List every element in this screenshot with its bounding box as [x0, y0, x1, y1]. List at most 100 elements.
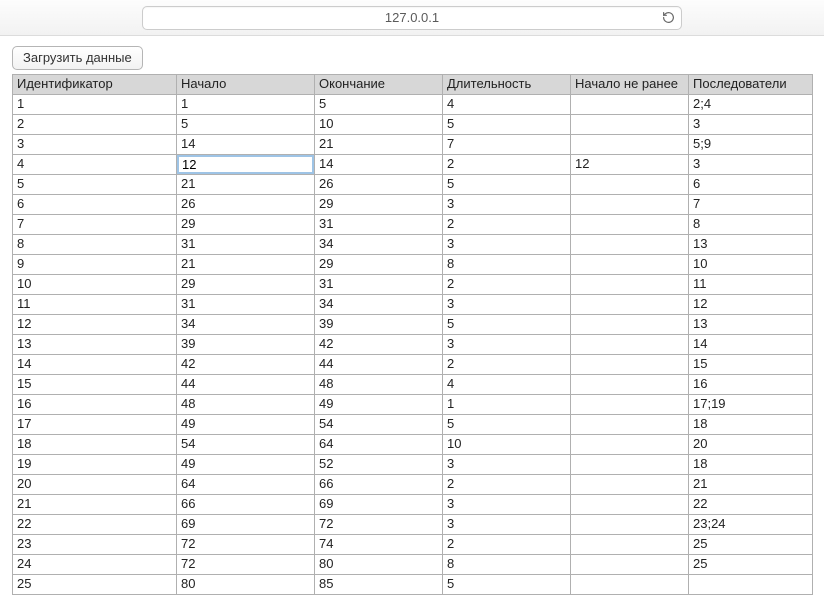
cell-duration[interactable]: 8 — [443, 555, 571, 575]
reload-icon[interactable] — [661, 11, 675, 25]
cell-successors[interactable]: 20 — [689, 435, 813, 455]
cell-successors[interactable]: 23;24 — [689, 515, 813, 535]
cell-id[interactable]: 20 — [13, 475, 177, 495]
cell-duration[interactable]: 3 — [443, 515, 571, 535]
cell-end[interactable]: 21 — [315, 135, 443, 155]
cell-successors[interactable]: 12 — [689, 295, 813, 315]
cell-not_before[interactable] — [571, 275, 689, 295]
cell-not_before[interactable] — [571, 455, 689, 475]
cell-successors[interactable]: 11 — [689, 275, 813, 295]
cell-successors[interactable]: 25 — [689, 555, 813, 575]
cell-duration[interactable]: 1 — [443, 395, 571, 415]
cell-not_before[interactable] — [571, 575, 689, 595]
cell-not_before[interactable] — [571, 315, 689, 335]
cell-duration[interactable]: 3 — [443, 335, 571, 355]
cell-id[interactable]: 12 — [13, 315, 177, 335]
cell-editor[interactable] — [177, 155, 314, 174]
cell-end[interactable]: 80 — [315, 555, 443, 575]
cell-duration[interactable]: 3 — [443, 195, 571, 215]
cell-end[interactable]: 44 — [315, 355, 443, 375]
cell-duration[interactable]: 3 — [443, 235, 571, 255]
cell-id[interactable]: 24 — [13, 555, 177, 575]
cell-start[interactable]: 5 — [177, 115, 315, 135]
cell-duration[interactable]: 3 — [443, 295, 571, 315]
cell-start[interactable]: 69 — [177, 515, 315, 535]
cell-not_before[interactable] — [571, 435, 689, 455]
cell-duration[interactable]: 8 — [443, 255, 571, 275]
cell-not_before[interactable] — [571, 135, 689, 155]
cell-start[interactable]: 1 — [177, 95, 315, 115]
cell-start[interactable]: 29 — [177, 275, 315, 295]
cell-successors[interactable]: 6 — [689, 175, 813, 195]
cell-start[interactable]: 31 — [177, 235, 315, 255]
cell-successors[interactable]: 22 — [689, 495, 813, 515]
cell-successors[interactable]: 21 — [689, 475, 813, 495]
cell-duration[interactable]: 2 — [443, 535, 571, 555]
cell-id[interactable]: 13 — [13, 335, 177, 355]
cell-end[interactable]: 34 — [315, 235, 443, 255]
cell-not_before[interactable] — [571, 515, 689, 535]
cell-start[interactable]: 21 — [177, 255, 315, 275]
cell-not_before[interactable] — [571, 475, 689, 495]
cell-end[interactable]: 48 — [315, 375, 443, 395]
cell-duration[interactable]: 2 — [443, 155, 571, 175]
cell-id[interactable]: 1 — [13, 95, 177, 115]
cell-duration[interactable]: 3 — [443, 455, 571, 475]
cell-start[interactable]: 72 — [177, 535, 315, 555]
cell-duration[interactable]: 5 — [443, 575, 571, 595]
cell-successors[interactable]: 14 — [689, 335, 813, 355]
cell-start[interactable]: 66 — [177, 495, 315, 515]
cell-start[interactable]: 39 — [177, 335, 315, 355]
cell-end[interactable]: 49 — [315, 395, 443, 415]
cell-id[interactable]: 22 — [13, 515, 177, 535]
cell-id[interactable]: 10 — [13, 275, 177, 295]
cell-start[interactable]: 34 — [177, 315, 315, 335]
cell-id[interactable]: 19 — [13, 455, 177, 475]
cell-successors[interactable]: 13 — [689, 235, 813, 255]
cell-not_before[interactable] — [571, 395, 689, 415]
cell-duration[interactable]: 2 — [443, 215, 571, 235]
cell-start[interactable]: 21 — [177, 175, 315, 195]
cell-successors[interactable]: 16 — [689, 375, 813, 395]
cell-start[interactable]: 48 — [177, 395, 315, 415]
cell-id[interactable]: 11 — [13, 295, 177, 315]
cell-start[interactable]: 26 — [177, 195, 315, 215]
cell-id[interactable]: 4 — [13, 155, 177, 175]
cell-start[interactable]: 49 — [177, 455, 315, 475]
cell-end[interactable]: 26 — [315, 175, 443, 195]
cell-not_before[interactable] — [571, 535, 689, 555]
cell-successors[interactable] — [689, 575, 813, 595]
cell-successors[interactable]: 8 — [689, 215, 813, 235]
cell-successors[interactable]: 3 — [689, 115, 813, 135]
cell-id[interactable]: 8 — [13, 235, 177, 255]
cell-id[interactable]: 14 — [13, 355, 177, 375]
address-field[interactable]: 127.0.0.1 — [142, 6, 682, 30]
cell-id[interactable]: 7 — [13, 215, 177, 235]
cell-end[interactable]: 29 — [315, 255, 443, 275]
cell-end[interactable]: 31 — [315, 215, 443, 235]
cell-successors[interactable]: 7 — [689, 195, 813, 215]
cell-successors[interactable]: 3 — [689, 155, 813, 175]
cell-not_before[interactable] — [571, 175, 689, 195]
cell-not_before[interactable] — [571, 215, 689, 235]
cell-id[interactable]: 5 — [13, 175, 177, 195]
cell-start[interactable]: 14 — [177, 135, 315, 155]
cell-start[interactable]: 44 — [177, 375, 315, 395]
cell-end[interactable]: 42 — [315, 335, 443, 355]
cell-duration[interactable]: 5 — [443, 415, 571, 435]
cell-end[interactable]: 85 — [315, 575, 443, 595]
cell-not_before[interactable] — [571, 335, 689, 355]
cell-end[interactable]: 69 — [315, 495, 443, 515]
cell-duration[interactable]: 3 — [443, 495, 571, 515]
cell-id[interactable]: 9 — [13, 255, 177, 275]
cell-end[interactable]: 54 — [315, 415, 443, 435]
cell-not_before[interactable] — [571, 495, 689, 515]
cell-end[interactable]: 10 — [315, 115, 443, 135]
cell-successors[interactable]: 17;19 — [689, 395, 813, 415]
cell-end[interactable]: 5 — [315, 95, 443, 115]
cell-not_before[interactable] — [571, 195, 689, 215]
cell-duration[interactable]: 7 — [443, 135, 571, 155]
cell-duration[interactable]: 4 — [443, 375, 571, 395]
cell-start[interactable]: 64 — [177, 475, 315, 495]
cell-successors[interactable]: 15 — [689, 355, 813, 375]
